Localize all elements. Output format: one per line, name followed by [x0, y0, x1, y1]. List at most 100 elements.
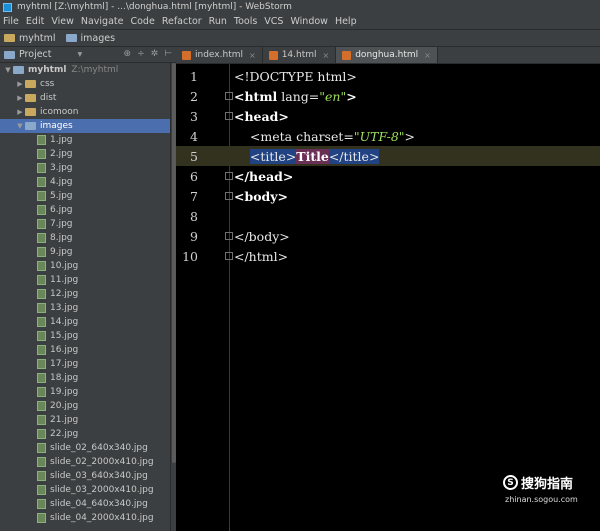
tree-file[interactable]: slide_03_2000x410.jpg	[0, 483, 170, 497]
collapse-icon[interactable]: ÷	[137, 49, 145, 59]
image-file-icon	[37, 275, 46, 285]
tree-file[interactable]: 19.jpg	[0, 385, 170, 399]
fold-marker-icon[interactable]	[225, 92, 233, 100]
code-line[interactable]: 10 </html>	[176, 246, 600, 266]
tree-file[interactable]: slide_04_2000x410.jpg	[0, 511, 170, 525]
fold-marker-icon[interactable]	[225, 112, 233, 120]
fold-marker-icon[interactable]	[225, 252, 233, 260]
close-icon[interactable]: ×	[424, 51, 431, 60]
image-file-icon	[37, 219, 46, 229]
line-number: 8	[190, 208, 198, 224]
tree-item-label: slide_04_640x340.jpg	[50, 499, 148, 509]
tree-file[interactable]: 10.jpg	[0, 259, 170, 273]
image-file-icon	[37, 261, 46, 271]
folder-icon	[25, 80, 36, 88]
tree-file[interactable]: 11.jpg	[0, 273, 170, 287]
tab-14-html[interactable]: 14.html ×	[263, 47, 337, 63]
tree-file[interactable]: 4.jpg	[0, 175, 170, 189]
tree-file[interactable]: 16.jpg	[0, 343, 170, 357]
tree-file[interactable]: slide_02_2000x410.jpg	[0, 455, 170, 469]
tree-file[interactable]: 17.jpg	[0, 357, 170, 371]
code-line[interactable]: 4 <meta charset="UTF-8">	[176, 126, 600, 146]
code-text: <!DOCTYPE html>	[234, 69, 357, 84]
tree-file[interactable]: 1.jpg	[0, 133, 170, 147]
code-line[interactable]: 9 </body>	[176, 226, 600, 246]
project-panel-label[interactable]: Project	[19, 49, 52, 60]
tree-folder-images[interactable]: ▼ images	[0, 119, 170, 133]
collapsed-arrow-icon[interactable]: ▶	[15, 108, 25, 116]
tree-item-path: Z:\myhtml	[71, 65, 119, 75]
tree-file[interactable]: 5.jpg	[0, 189, 170, 203]
menu-help[interactable]: Help	[335, 16, 357, 27]
tree-file[interactable]: slide_02_640x340.jpg	[0, 441, 170, 455]
code-line[interactable]: 3 <head>	[176, 106, 600, 126]
code-line[interactable]: 7 <body>	[176, 186, 600, 206]
menu-edit[interactable]: Edit	[26, 16, 44, 27]
tree-file[interactable]: 21.jpg	[0, 413, 170, 427]
tree-file[interactable]: 8.jpg	[0, 231, 170, 245]
tree-file[interactable]: 2.jpg	[0, 147, 170, 161]
tree-item-label: 14.jpg	[50, 317, 79, 327]
fold-marker-icon[interactable]	[225, 232, 233, 240]
code-token: Title	[296, 148, 329, 164]
tree-file[interactable]: 12.jpg	[0, 287, 170, 301]
collapsed-arrow-icon[interactable]: ▶	[15, 94, 25, 102]
project-view-dropdown-icon[interactable]: ▾	[78, 49, 83, 60]
menu-tools[interactable]: Tools	[234, 16, 257, 27]
tree-file[interactable]: slide_04_640x340.jpg	[0, 497, 170, 511]
tree-file[interactable]: 15.jpg	[0, 329, 170, 343]
tree-file[interactable]: 20.jpg	[0, 399, 170, 413]
tree-file[interactable]: 13.jpg	[0, 301, 170, 315]
menu-view[interactable]: View	[51, 16, 74, 27]
image-file-icon	[37, 331, 46, 341]
code-token: charset=	[292, 128, 354, 144]
tree-file[interactable]: 6.jpg	[0, 203, 170, 217]
code-line[interactable]: 6 </head>	[176, 166, 600, 186]
collapsed-arrow-icon[interactable]: ▶	[15, 80, 25, 88]
tab-donghua-html[interactable]: donghua.html ×	[336, 47, 438, 63]
fold-marker-icon[interactable]	[225, 192, 233, 200]
menu-refactor[interactable]: Refactor	[162, 16, 202, 27]
expanded-arrow-icon[interactable]: ▼	[15, 122, 25, 130]
tree-file[interactable]: 7.jpg	[0, 217, 170, 231]
code-token: <html	[234, 88, 278, 104]
html-file-icon	[342, 50, 352, 60]
folder-icon	[4, 34, 15, 42]
tab-index-html[interactable]: index.html ×	[176, 47, 263, 63]
code-text: <meta charset="UTF-8">	[234, 129, 415, 144]
menu-window[interactable]: Window	[290, 16, 327, 27]
tree-folder-myhtml[interactable]: ▼ myhtml Z:\myhtml	[0, 63, 170, 77]
locate-icon[interactable]: ⊕	[124, 49, 132, 59]
menu-vcs[interactable]: VCS	[264, 16, 283, 27]
menu-run[interactable]: Run	[209, 16, 227, 27]
menu-code[interactable]: Code	[130, 16, 154, 27]
tree-file[interactable]: 22.jpg	[0, 427, 170, 441]
nav-child[interactable]: images	[65, 33, 115, 44]
tree-folder-icomoon[interactable]: ▶ icomoon	[0, 105, 170, 119]
menu-file[interactable]: File	[3, 16, 19, 27]
code-line[interactable]: 8	[176, 206, 600, 226]
tree-folder-dist[interactable]: ▶ dist	[0, 91, 170, 105]
tree-file[interactable]: slide_03_640x340.jpg	[0, 469, 170, 483]
tree-file[interactable]: 3.jpg	[0, 161, 170, 175]
code-token: </body>	[234, 228, 290, 244]
tree-file[interactable]: 18.jpg	[0, 371, 170, 385]
image-file-icon	[37, 387, 46, 397]
code-line[interactable]: 2 <html lang="en">	[176, 86, 600, 106]
close-icon[interactable]: ×	[323, 51, 330, 60]
image-file-icon	[37, 401, 46, 411]
gear-icon[interactable]: ✲	[151, 49, 159, 59]
hide-icon[interactable]: ⊢	[164, 49, 172, 59]
expanded-arrow-icon[interactable]: ▼	[3, 66, 13, 74]
tree-folder-css[interactable]: ▶ css	[0, 77, 170, 91]
close-icon[interactable]: ×	[249, 51, 256, 60]
folder-icon	[25, 108, 36, 116]
code-line[interactable]: 5 <title>Title</title>	[176, 146, 600, 166]
tree-file[interactable]: 9.jpg	[0, 245, 170, 259]
menu-navigate[interactable]: Navigate	[81, 16, 124, 27]
fold-marker-icon[interactable]	[225, 172, 233, 180]
nav-root[interactable]: myhtml	[4, 33, 56, 44]
tree-file[interactable]: 14.jpg	[0, 315, 170, 329]
code-line[interactable]: 1 <!DOCTYPE html>	[176, 66, 600, 86]
